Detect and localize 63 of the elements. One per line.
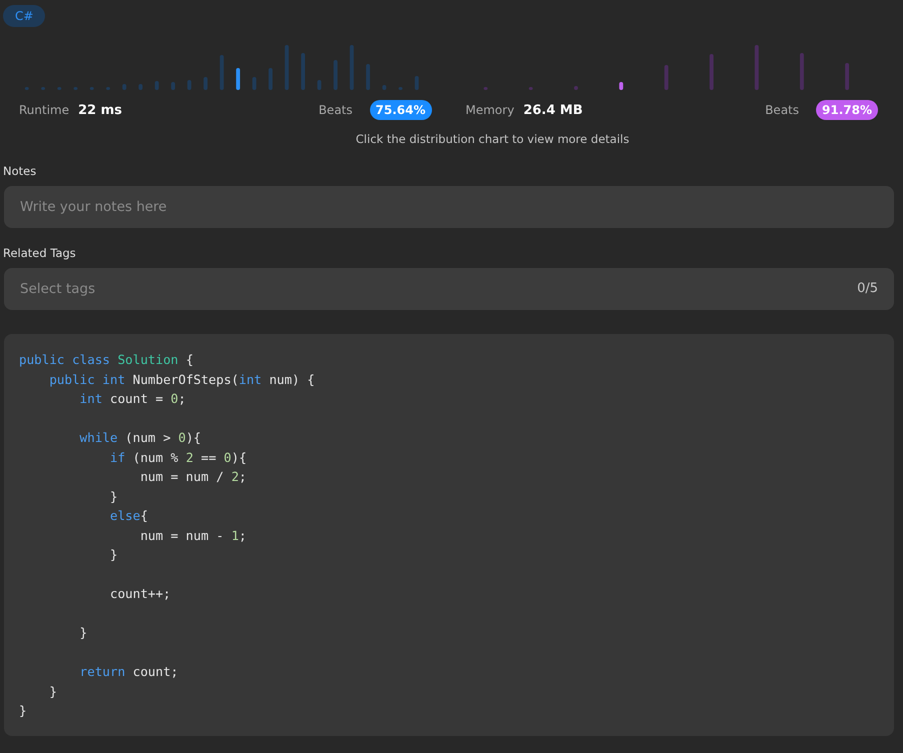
distribution-bar[interactable]: [709, 54, 713, 90]
distribution-bar[interactable]: [57, 87, 62, 90]
highlighted-bar[interactable]: [618, 82, 623, 90]
code-line: if (num % 2 == 0){: [108, 448, 248, 466]
distribution-bar[interactable]: [528, 87, 532, 90]
runtime-beats-percent: 75.64%: [370, 100, 432, 120]
code-line: count++;: [108, 585, 172, 603]
beats-label: Beats: [318, 103, 353, 117]
code-line: }: [19, 702, 28, 720]
distribution-bar[interactable]: [382, 85, 386, 90]
distribution-bar[interactable]: [74, 87, 78, 90]
code-line: }: [108, 546, 119, 564]
memory-beats-percent: 91.78%: [816, 100, 878, 120]
related-tags-label: Related Tags: [3, 246, 77, 260]
code-line: num = num - 1;: [139, 526, 248, 544]
code-line: while (num > 0){: [78, 429, 202, 447]
beats-label: Beats: [765, 103, 800, 117]
distribution-bar[interactable]: [268, 68, 273, 90]
distribution-bar[interactable]: [334, 60, 338, 90]
distribution-bar[interactable]: [220, 55, 224, 90]
distribution-bar[interactable]: [106, 87, 110, 90]
distribution-bar[interactable]: [41, 87, 46, 90]
code-line: }: [48, 682, 58, 700]
distribution-bar[interactable]: [350, 45, 354, 90]
distribution-bar[interactable]: [398, 87, 402, 90]
distribution-bar[interactable]: [366, 64, 370, 90]
memory-value: 26.4 MB: [523, 102, 584, 118]
distribution-bar[interactable]: [122, 84, 126, 90]
code-line: int count = 0;: [78, 390, 187, 408]
distribution-bar[interactable]: [754, 45, 758, 90]
distribution-bar[interactable]: [799, 53, 804, 90]
code-line: }: [78, 624, 88, 642]
code-line: }: [108, 488, 119, 506]
code-line: public class Solution {: [19, 351, 194, 369]
memory-label: Memory: [466, 103, 514, 117]
code-line: else{: [108, 507, 149, 525]
distribution-bar[interactable]: [844, 63, 849, 90]
code-line: num = num / 2;: [139, 468, 248, 486]
distribution-bar[interactable]: [317, 80, 322, 90]
distribution-bar[interactable]: [154, 81, 159, 90]
distribution-bar[interactable]: [414, 76, 419, 90]
language-tag: C#: [3, 5, 46, 27]
notes-field[interactable]: Write your notes here: [4, 186, 894, 228]
distribution-bar[interactable]: [138, 84, 143, 90]
runtime-label: Runtime: [19, 103, 70, 117]
distribution-bar[interactable]: [574, 86, 578, 90]
distribution-bar[interactable]: [664, 65, 668, 90]
code-line: public int NumberOfSteps(int num) {: [48, 370, 316, 389]
distribution-bar[interactable]: [252, 77, 256, 90]
distribution-bar[interactable]: [301, 53, 305, 90]
distribution-bar[interactable]: [187, 80, 192, 90]
code-line: return count;: [78, 663, 180, 681]
distribution-bar[interactable]: [90, 87, 94, 90]
distribution-bar[interactable]: [24, 87, 29, 90]
distribution-bar[interactable]: [483, 87, 488, 90]
highlighted-bar[interactable]: [236, 68, 240, 90]
distribution-bar[interactable]: [204, 77, 208, 90]
notes-label: Notes: [3, 164, 38, 178]
tag-count: 0/5: [857, 281, 878, 296]
distribution-bar[interactable]: [284, 45, 289, 90]
chart-hint: Click the distribution chart to view more details: [356, 132, 630, 146]
distribution-bar[interactable]: [171, 82, 176, 90]
runtime-value: 22 ms: [78, 102, 124, 118]
